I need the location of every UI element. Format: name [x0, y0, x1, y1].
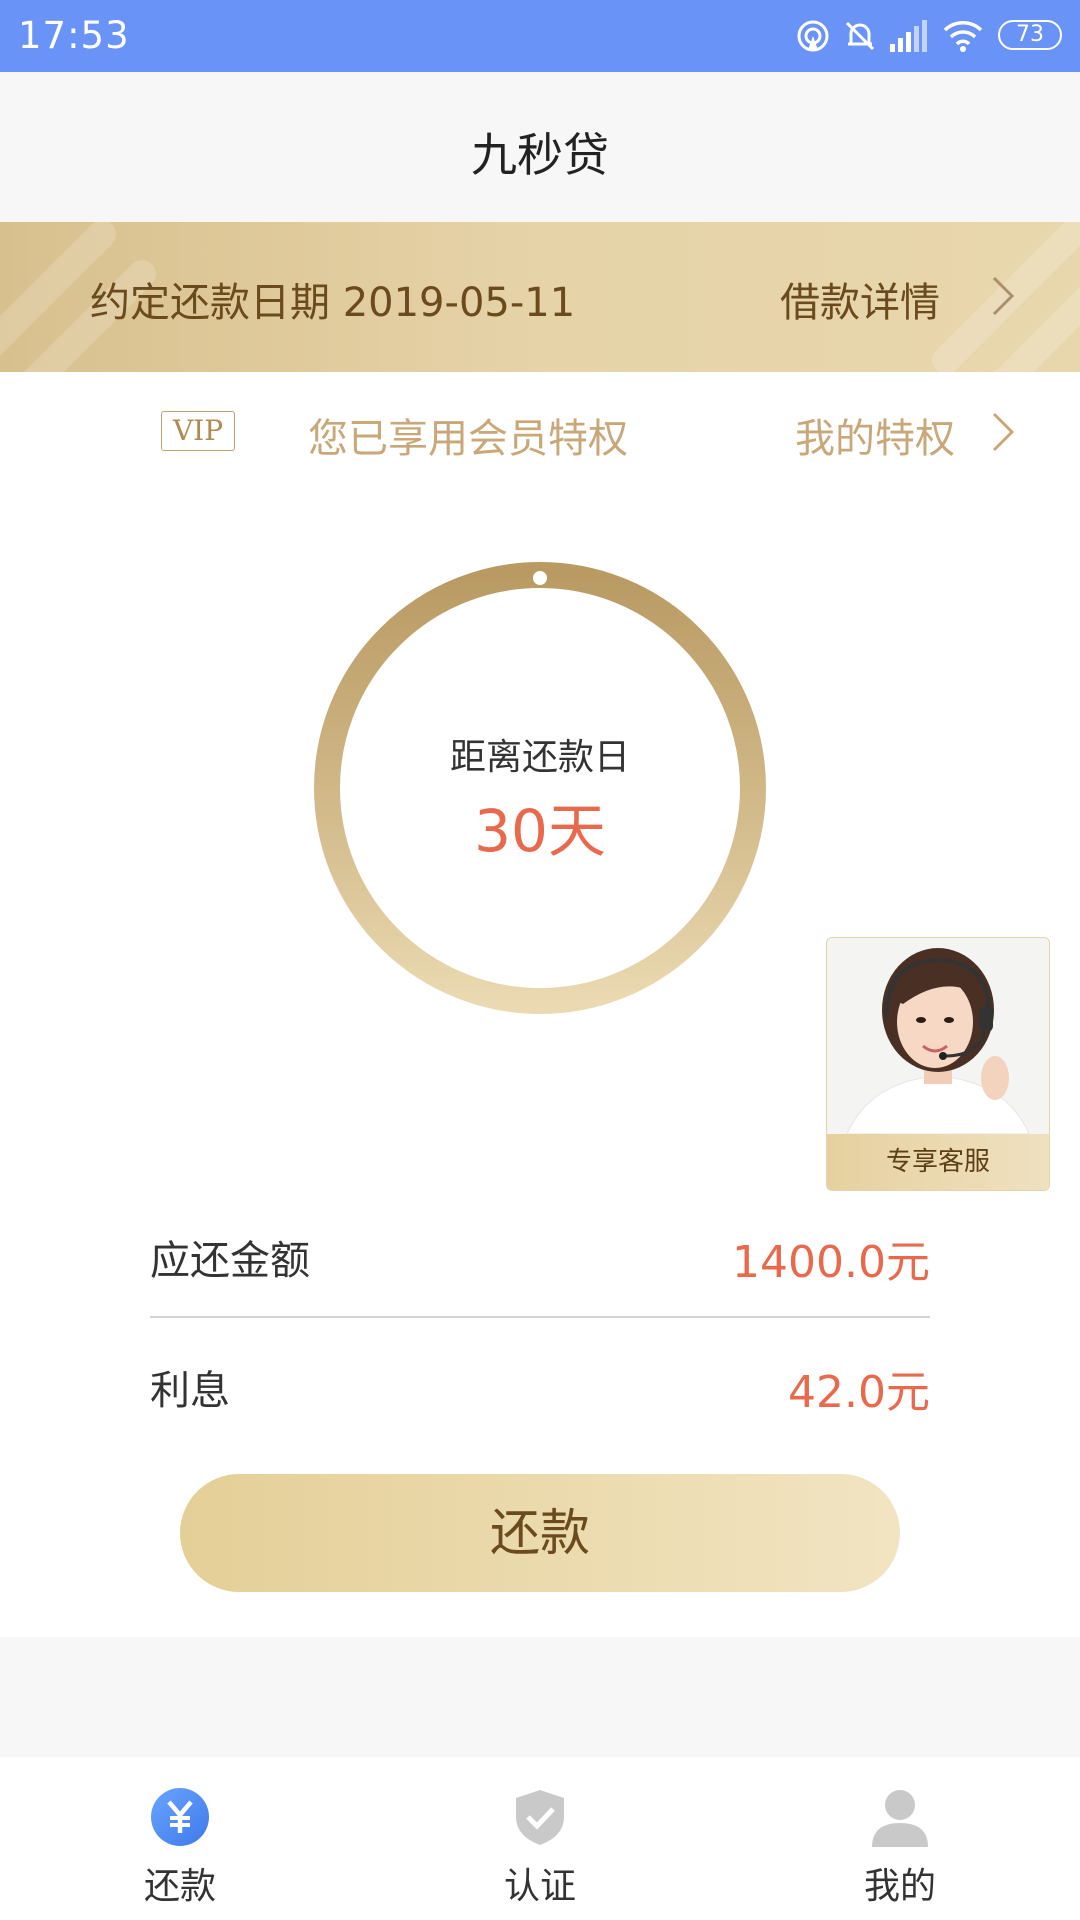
status-bar: 17:53 73 — [0, 0, 1080, 72]
amount-due-label: 应还金额 — [150, 1238, 310, 1284]
customer-service-card[interactable]: 专享客服 — [826, 937, 1050, 1191]
countdown-label: 距离还款日 — [449, 737, 630, 778]
mute-bell-icon — [845, 21, 875, 51]
repay-button[interactable]: 还款 — [180, 1474, 900, 1592]
agent-avatar — [827, 938, 1049, 1134]
signal-icon — [890, 20, 927, 52]
hotspot-icon — [797, 20, 829, 52]
app-header: 九秒贷 — [0, 72, 1080, 222]
due-date-banner[interactable]: 约定还款日期 2019-05-11 借款详情 — [0, 222, 1080, 372]
wifi-icon — [943, 21, 983, 52]
my-privilege-link[interactable]: 我的特权 — [795, 406, 955, 464]
countdown-value: 30天 — [474, 797, 606, 865]
nav-tab-verify[interactable]: 认证 — [440, 1757, 640, 1920]
loan-detail-link[interactable]: 借款详情 — [780, 270, 940, 328]
interest-value: 42.0元 — [788, 1367, 930, 1418]
nav-label-verify: 认证 — [503, 1866, 576, 1907]
row-divider — [150, 1316, 930, 1318]
customer-service-label: 专享客服 — [827, 1134, 1049, 1190]
nav-label-repay: 还款 — [143, 1866, 216, 1907]
status-time: 17:53 — [18, 14, 130, 57]
content-spacer — [0, 1637, 1080, 1757]
yuan-icon — [151, 1788, 209, 1846]
bottom-nav: 还款 认证 我的 — [0, 1757, 1080, 1920]
interest-label: 利息 — [150, 1368, 230, 1414]
nav-label-mine: 我的 — [863, 1866, 936, 1907]
vip-strip[interactable]: VIP 您已享用会员特权 我的特权 — [0, 380, 1080, 480]
person-icon — [872, 1790, 928, 1847]
chevron-right-icon[interactable] — [990, 410, 1016, 454]
due-date-text: 约定还款日期 2019-05-11 — [90, 280, 576, 326]
nav-tab-mine[interactable]: 我的 — [800, 1757, 1000, 1920]
page-title: 九秒贷 — [471, 128, 609, 182]
amount-due-value: 1400.0元 — [732, 1237, 930, 1288]
shield-check-icon — [516, 1790, 564, 1845]
battery-icon: 73 — [998, 20, 1062, 50]
chevron-right-icon[interactable] — [990, 274, 1016, 318]
ring-indicator-dot — [533, 571, 547, 585]
vip-badge: VIP — [161, 411, 235, 451]
vip-status-text: 您已享用会员特权 — [308, 416, 628, 462]
nav-tab-repay[interactable]: 还款 — [80, 1757, 280, 1920]
